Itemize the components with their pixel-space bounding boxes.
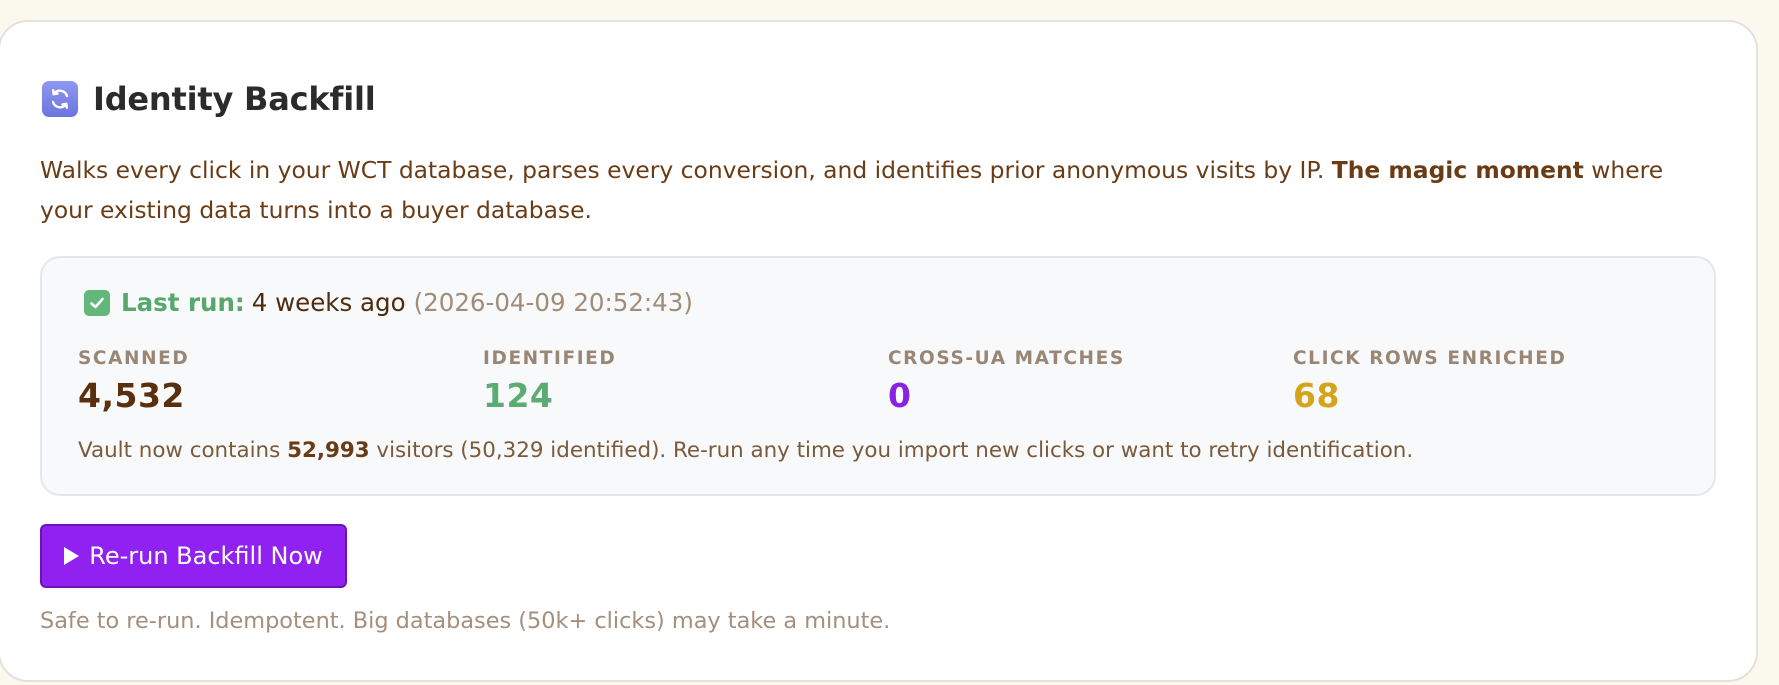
play-icon: [64, 547, 80, 565]
card-header: Identity Backfill: [42, 80, 376, 118]
rerun-backfill-label: Re-run Backfill Now: [89, 542, 323, 570]
check-icon: [84, 289, 110, 316]
stat-value: 4,532: [78, 376, 185, 415]
stat-value: 124: [483, 376, 554, 415]
stat-label: SCANNED: [78, 348, 190, 369]
refresh-icon: [42, 81, 78, 117]
stat-label: IDENTIFIED: [483, 348, 617, 369]
helper-note: Safe to re-run. Idempotent. Big database…: [40, 608, 891, 634]
stat-scanned: SCANNED 4,532: [78, 348, 458, 415]
description: Walks every click in your WCT database, …: [40, 150, 1710, 230]
summary-text-end: visitors (50,329 identified). Re-run any…: [369, 438, 1414, 463]
rerun-backfill-button[interactable]: Re-run Backfill Now: [40, 524, 347, 588]
description-text: Walks every click in your WCT database, …: [40, 156, 1332, 184]
stat-value: 0: [888, 376, 912, 415]
stat-value: 68: [1293, 376, 1340, 415]
visitor-count: 52,993: [287, 438, 370, 463]
summary-text: Vault now contains: [78, 438, 288, 463]
last-run-line: Last run: 4 weeks ago (2026-04-09 20:52:…: [84, 288, 693, 317]
stat-label: CLICK ROWS ENRICHED: [1293, 348, 1567, 369]
vault-summary: Vault now contains 52,993 visitors (50,3…: [78, 438, 1413, 463]
description-highlight: The magic moment: [1331, 156, 1584, 184]
stat-click-rows-enriched: CLICK ROWS ENRICHED 68: [1293, 348, 1673, 415]
last-run-label: Last run:: [121, 288, 245, 317]
stat-cross-ua-matches: CROSS-UA MATCHES 0: [888, 348, 1268, 415]
backfill-status-panel: Last run: 4 weeks ago (2026-04-09 20:52:…: [40, 256, 1716, 496]
last-run-relative: 4 weeks ago: [251, 288, 406, 317]
identity-backfill-card: Identity Backfill Walks every click in y…: [0, 20, 1758, 682]
stat-label: CROSS-UA MATCHES: [888, 348, 1125, 369]
last-run-timestamp: (2026-04-09 20:52:43): [413, 288, 693, 317]
stat-identified: IDENTIFIED 124: [483, 348, 863, 415]
page-title: Identity Backfill: [93, 80, 376, 118]
